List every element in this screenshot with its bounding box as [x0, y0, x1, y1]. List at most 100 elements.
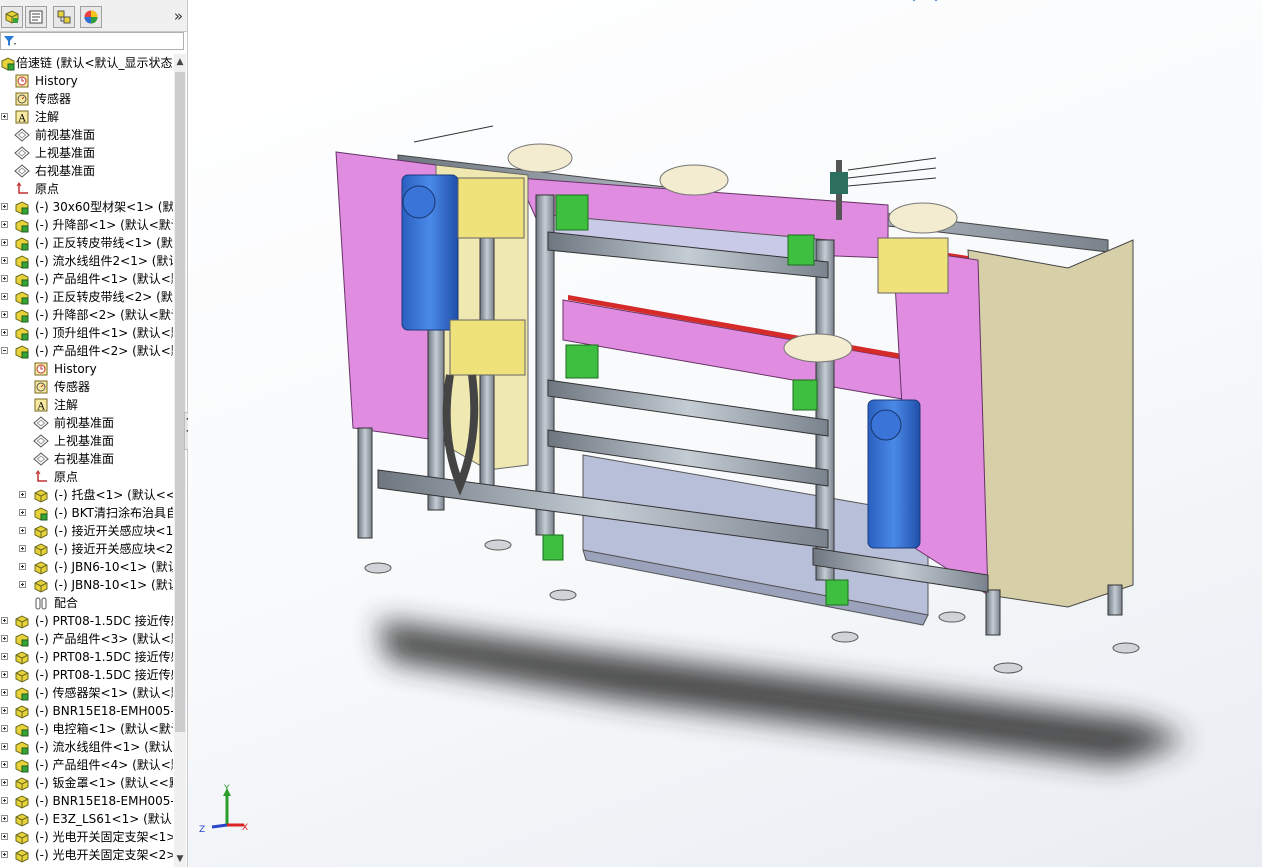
tree-item[interactable]: (-) BKT清扫涂布治具自: [0, 504, 173, 522]
tree-item[interactable]: A 注解: [0, 108, 173, 126]
tree-item[interactable]: 上视基准面: [0, 432, 173, 450]
tree-item[interactable]: (-) 电控箱<1> (默认<默认: [0, 720, 173, 738]
configuration-manager-tab[interactable]: [53, 6, 75, 28]
tree-item[interactable]: 前视基准面: [0, 126, 173, 144]
feature-manager-tab[interactable]: [1, 6, 23, 28]
tree-item[interactable]: (-) 升降部<2> (默认<默认: [0, 306, 173, 324]
tree-item-label: (-) 正反转皮带线<1> (默: [35, 236, 173, 250]
tree-item[interactable]: 上视基准面: [0, 144, 173, 162]
expand-toggle[interactable]: [1, 329, 8, 336]
tree-item[interactable]: 倍速链 (默认<默认_显示状态: [0, 54, 173, 72]
tree-item[interactable]: (-) 升降部<1> (默认<默认: [0, 216, 173, 234]
expand-toggle[interactable]: [19, 491, 26, 498]
expand-toggle[interactable]: [1, 707, 8, 714]
tree-item[interactable]: 原点: [0, 180, 173, 198]
expand-toggle[interactable]: [1, 221, 8, 228]
expand-toggle[interactable]: [1, 743, 8, 750]
tree-item[interactable]: (-) 接近开关感应块<2: [0, 540, 173, 558]
tree-item[interactable]: (-) 流水线组件2<1> (默认: [0, 252, 173, 270]
collapse-toggle[interactable]: [1, 347, 8, 354]
part-icon: [15, 777, 29, 791]
tree-item[interactable]: 右视基准面: [0, 162, 173, 180]
tree-item[interactable]: (-) 光电开关固定支架<2>: [0, 846, 173, 864]
tree-item[interactable]: 前视基准面: [0, 414, 173, 432]
expand-toggle[interactable]: [19, 545, 26, 552]
subassembly-icon: [15, 723, 29, 737]
left-motor-cap: [402, 185, 436, 219]
expand-toggle[interactable]: [19, 563, 26, 570]
expand-toggle[interactable]: [1, 275, 8, 282]
pulley-3[interactable]: [888, 202, 958, 234]
tree-item[interactable]: (-) 产品组件<3> (默认<默: [0, 630, 173, 648]
tree-item[interactable]: 传感器: [0, 90, 173, 108]
scroll-thumb[interactable]: [175, 72, 185, 732]
expand-toggle[interactable]: [19, 509, 26, 516]
tree-item[interactable]: 原点: [0, 468, 173, 486]
expand-toggle[interactable]: [1, 797, 8, 804]
expand-toggle[interactable]: [1, 851, 8, 858]
tree-item[interactable]: (-) E3Z_LS61<1> (默认<: [0, 810, 173, 828]
expand-toggle[interactable]: [1, 293, 8, 300]
tree-item[interactable]: (-) JBN8-10<1> (默认: [0, 576, 173, 594]
tree-item-label: (-) 传感器架<1> (默认<默: [35, 686, 173, 700]
expand-toggle[interactable]: [1, 203, 8, 210]
expand-toggle[interactable]: [1, 239, 8, 246]
tree-item[interactable]: (-) 顶升组件<1> (默认<默: [0, 324, 173, 342]
scroll-down-button[interactable]: ▼: [174, 851, 186, 867]
tree-item[interactable]: (-) 接近开关感应块<1: [0, 522, 173, 540]
tree-item[interactable]: 右视基准面: [0, 450, 173, 468]
tree-item[interactable]: (-) 正反转皮带线<2> (默: [0, 288, 173, 306]
tree-item[interactable]: (-) 正反转皮带线<1> (默: [0, 234, 173, 252]
tree-item[interactable]: (-) 传感器架<1> (默认<默: [0, 684, 173, 702]
tree-item[interactable]: 传感器: [0, 378, 173, 396]
expand-toggle[interactable]: [1, 113, 8, 120]
assembly-model[interactable]: [188, 0, 1262, 867]
tree-item[interactable]: (-) BNR15E18-EMH005-: [0, 792, 173, 810]
tree-scrollbar[interactable]: ▲ ▼: [174, 54, 186, 867]
expand-toggle[interactable]: [1, 815, 8, 822]
expand-toggle[interactable]: [1, 653, 8, 660]
tree-item[interactable]: History: [0, 72, 173, 90]
tree-item[interactable]: (-) BNR15E18-EMH005-: [0, 702, 173, 720]
more-tabs-button[interactable]: »: [174, 7, 183, 25]
tree-item[interactable]: 配合: [0, 594, 173, 612]
pulley-1[interactable]: [507, 143, 573, 173]
tree-item[interactable]: (-) 30x60型材架<1> (默认: [0, 198, 173, 216]
right-cabinet[interactable]: [967, 239, 1134, 608]
tree-item[interactable]: (-) 托盘<1> (默认<<默: [0, 486, 173, 504]
tree-item[interactable]: History: [0, 360, 173, 378]
expand-toggle[interactable]: [19, 581, 26, 588]
tree-item[interactable]: (-) PRT08-1.5DC 接近传感: [0, 612, 173, 630]
expand-toggle[interactable]: [1, 689, 8, 696]
tree-item[interactable]: (-) PRT08-1.5DC 接近传感: [0, 648, 173, 666]
expand-toggle[interactable]: [1, 257, 8, 264]
scroll-up-button[interactable]: ▲: [174, 54, 186, 70]
y-axis-label: Y: [223, 784, 230, 794]
tree-item[interactable]: (-) JBN6-10<1> (默认: [0, 558, 173, 576]
tree-item[interactable]: (-) 光电开关固定支架<1>: [0, 828, 173, 846]
tree-item[interactable]: (-) 产品组件<2> (默认<默: [0, 342, 173, 360]
property-manager-tab[interactable]: [25, 6, 47, 28]
tree-item[interactable]: (-) 产品组件<1> (默认<默: [0, 270, 173, 288]
display-manager-tab[interactable]: [80, 6, 102, 28]
feature-tree-filter[interactable]: [0, 32, 184, 50]
tree-item[interactable]: (-) PRT08-1.5DC 接近传感: [0, 666, 173, 684]
tree-item[interactable]: A 注解: [0, 396, 173, 414]
expand-toggle[interactable]: [19, 527, 26, 534]
expand-toggle[interactable]: [1, 635, 8, 642]
expand-toggle[interactable]: [1, 311, 8, 318]
expand-toggle[interactable]: [1, 779, 8, 786]
expand-toggle[interactable]: [1, 761, 8, 768]
expand-toggle[interactable]: [1, 671, 8, 678]
tree-item[interactable]: (-) 产品组件<4> (默认<默: [0, 756, 173, 774]
expand-toggle[interactable]: [1, 725, 8, 732]
pulley-4[interactable]: [783, 333, 853, 363]
tree-item[interactable]: (-) 钣金罩<1> (默认<<默: [0, 774, 173, 792]
subassembly-icon: [15, 345, 29, 359]
tree-item-label: (-) BKT清扫涂布治具自: [54, 506, 173, 520]
graphics-viewport[interactable]: Y X Z: [188, 0, 1262, 867]
expand-toggle[interactable]: [1, 617, 8, 624]
expand-toggle[interactable]: [1, 833, 8, 840]
tree-item[interactable]: (-) 流水线组件<1> (默认: [0, 738, 173, 756]
pulley-2[interactable]: [659, 164, 729, 196]
